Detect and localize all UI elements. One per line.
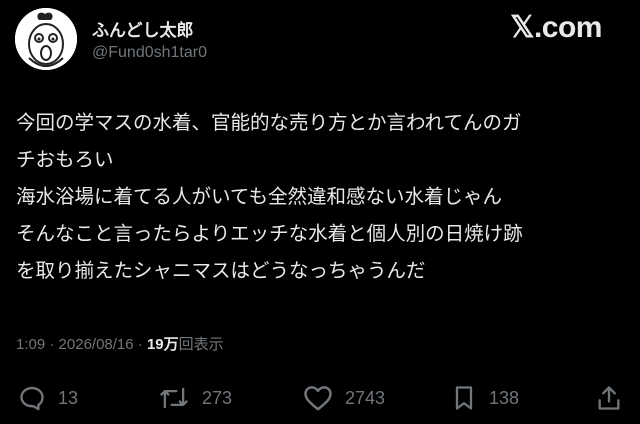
meta-separator: · (133, 336, 147, 353)
bookmark-icon (455, 386, 473, 410)
reply-count: 13 (58, 387, 79, 408)
meta-separator: · (45, 336, 59, 353)
retweet-button[interactable]: 273 (158, 381, 232, 415)
reply-icon (20, 386, 44, 411)
retweet-icon (160, 387, 188, 409)
reply-button[interactable]: 13 (18, 381, 78, 415)
tweet-line: そんなこと言ったらよりエッチな水着と個人別の日焼け跡 (16, 222, 523, 245)
tweet-line: 海水浴場に着てる人がいても全然違和感ない水着じゃん (16, 185, 502, 208)
tweet-text: 今回の学マスの水着、官能的な売り方とか言われてんのガ チおもろい 海水浴場に着て… (16, 104, 628, 289)
user-handle[interactable]: @Fund0sh1tar0 (92, 44, 207, 62)
avatar-character-icon (15, 8, 77, 70)
tweet-line: チおもろい (16, 148, 114, 171)
share-button[interactable] (596, 381, 622, 415)
views-count: 19万 (146, 336, 179, 353)
like-button[interactable]: 2743 (303, 381, 385, 415)
bookmark-button[interactable]: 138 (451, 381, 519, 415)
retweet-count: 273 (202, 387, 233, 408)
like-count: 2743 (345, 387, 386, 408)
tweet-time[interactable]: 1:09 (16, 336, 45, 353)
display-name[interactable]: ふんどし太郎 (92, 16, 194, 41)
tweet-date[interactable]: 2026/08/16 (59, 336, 134, 353)
tweet-meta: 1:09 · 2026/08/16 · 19万回表示 (16, 333, 224, 354)
tweet-line: を取り揃えたシャニマスはどうなっちゃうんだ (16, 259, 426, 282)
views-label: 回表示 (178, 336, 224, 353)
bookmark-count: 138 (489, 387, 520, 408)
x-logo: 𝕏.com (510, 11, 602, 44)
heart-icon (304, 386, 332, 411)
tweet-line: 今回の学マスの水着、官能的な売り方とか言われてんのガ (16, 111, 522, 134)
share-icon (598, 386, 620, 410)
avatar[interactable] (15, 8, 77, 70)
